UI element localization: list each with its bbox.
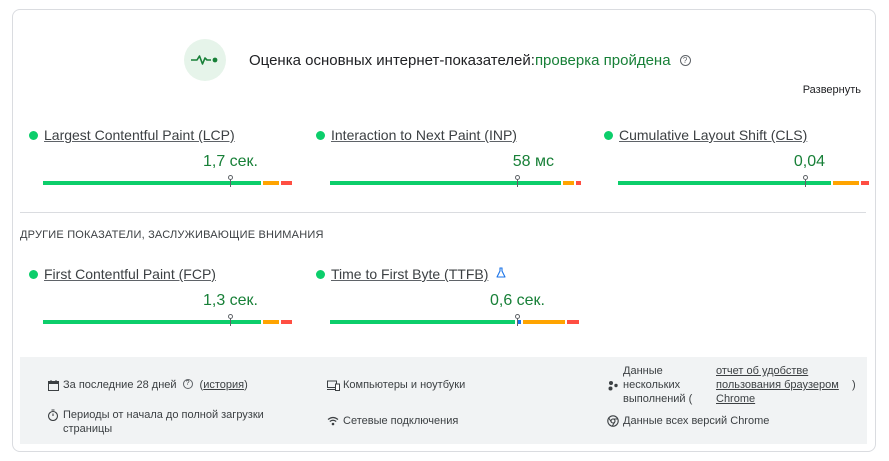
- needs-improvement-segment: [263, 181, 279, 185]
- metric-value: 0,6 сек.: [489, 292, 545, 309]
- metric-fcp: First Contentful Paint (FCP) 1,3 сек.: [29, 265, 292, 327]
- devices-label: Компьютеры и ноутбуки: [343, 379, 466, 391]
- users-icon: [606, 378, 620, 392]
- metric-name-link[interactable]: Largest Contentful Paint (LCP): [44, 127, 235, 143]
- help-icon[interactable]: ?: [182, 379, 193, 389]
- poor-segment: [281, 320, 292, 324]
- chrome-report-link[interactable]: отчет об удобстве пользования браузером …: [716, 364, 852, 406]
- good-segment: [330, 181, 561, 185]
- flask-icon: [496, 267, 506, 281]
- pulse-icon: [184, 39, 226, 81]
- metric-ttfb: Time to First Byte (TTFB) 0,6 сек.: [316, 265, 579, 327]
- status-dot: [29, 269, 38, 279]
- distribution-bar: [43, 314, 294, 326]
- metric-name-link[interactable]: Interaction to Next Paint (INP): [331, 127, 517, 143]
- chrome-versions-label: Данные всех версий Chrome: [623, 415, 770, 427]
- metric-name-link[interactable]: Cumulative Layout Shift (CLS): [619, 127, 807, 143]
- needs-improvement-segment: [563, 181, 574, 185]
- history-close-paren: ): [244, 379, 248, 391]
- devices-item: Компьютеры и ноутбуки: [326, 378, 465, 392]
- status-dot: [316, 130, 325, 140]
- wifi-icon: [326, 414, 340, 428]
- distribution-bar: [43, 175, 294, 187]
- needs-improvement-segment: [263, 320, 279, 324]
- network-item: Сетевые подключения: [326, 414, 458, 428]
- metric-value: 0,04: [793, 153, 825, 170]
- distribution-bar: [330, 314, 581, 326]
- metric-value: 58 мс: [512, 153, 554, 170]
- status-dot: [316, 269, 325, 279]
- metric-lcp: Largest Contentful Paint (LCP) 1,7 сек.: [29, 126, 292, 188]
- poor-segment: [567, 320, 579, 324]
- chrome-icon: [606, 414, 620, 428]
- metric-inp: Interaction to Next Paint (INP) 58 мс: [316, 126, 581, 188]
- assessment-header: Оценка основных интернет-показателей: пр…: [184, 39, 691, 81]
- distribution-bar: [618, 175, 871, 187]
- section-divider: [20, 212, 866, 213]
- history-link[interactable]: история: [203, 378, 244, 392]
- report-close-paren: ): [852, 379, 856, 391]
- period-item: За последние 28 дней ? (история): [46, 378, 248, 392]
- load-periods-item: Периоды от начала до полной загрузки стр…: [46, 408, 276, 436]
- metric-value: 1,7 сек.: [202, 153, 258, 170]
- metric-name-link[interactable]: First Contentful Paint (FCP): [44, 266, 216, 282]
- footer-info-panel: За последние 28 дней ? (история) Периоды…: [20, 357, 867, 444]
- metric-cls: Cumulative Layout Shift (CLS) 0,04: [604, 126, 869, 188]
- assessment-status: проверка пройдена: [534, 51, 671, 69]
- needs-improvement-segment: [523, 320, 565, 324]
- data-sources-text: Данные нескольких выполнений (: [623, 365, 693, 405]
- good-segment: [330, 320, 515, 324]
- value-marker: [803, 175, 808, 187]
- value-marker: [228, 175, 233, 187]
- stopwatch-icon: [46, 408, 60, 422]
- value-marker: [228, 314, 233, 326]
- poor-segment: [861, 181, 869, 185]
- needs-improvement-segment: [833, 181, 859, 185]
- assessment-title: Оценка основных интернет-показателей:: [249, 51, 535, 69]
- load-periods-label: Периоды от начала до полной загрузки стр…: [63, 409, 264, 435]
- network-label: Сетевые подключения: [343, 415, 459, 427]
- other-metrics-title: ДРУГИЕ ПОКАЗАТЕЛИ, ЗАСЛУЖИВАЮЩИЕ ВНИМАНИ…: [20, 229, 324, 241]
- poor-segment: [576, 181, 581, 185]
- help-icon[interactable]: ?: [679, 54, 691, 66]
- metric-value: 1,3 сек.: [202, 292, 258, 309]
- data-sources-item: Данные нескольких выполнений ( отчет об …: [606, 364, 856, 406]
- devices-icon: [326, 378, 340, 392]
- calendar-icon: [46, 378, 60, 392]
- period-label: За последние 28 дней: [63, 379, 177, 391]
- good-segment: [618, 181, 831, 185]
- status-dot: [604, 130, 613, 140]
- metric-name-link[interactable]: Time to First Byte (TTFB): [331, 266, 488, 282]
- poor-segment: [281, 181, 292, 185]
- chrome-versions-item: Данные всех версий Chrome: [606, 414, 769, 428]
- expand-button[interactable]: Развернуть: [803, 84, 861, 96]
- status-dot: [29, 130, 38, 140]
- distribution-bar: [330, 175, 583, 187]
- value-marker: [515, 314, 520, 326]
- value-marker: [515, 175, 520, 187]
